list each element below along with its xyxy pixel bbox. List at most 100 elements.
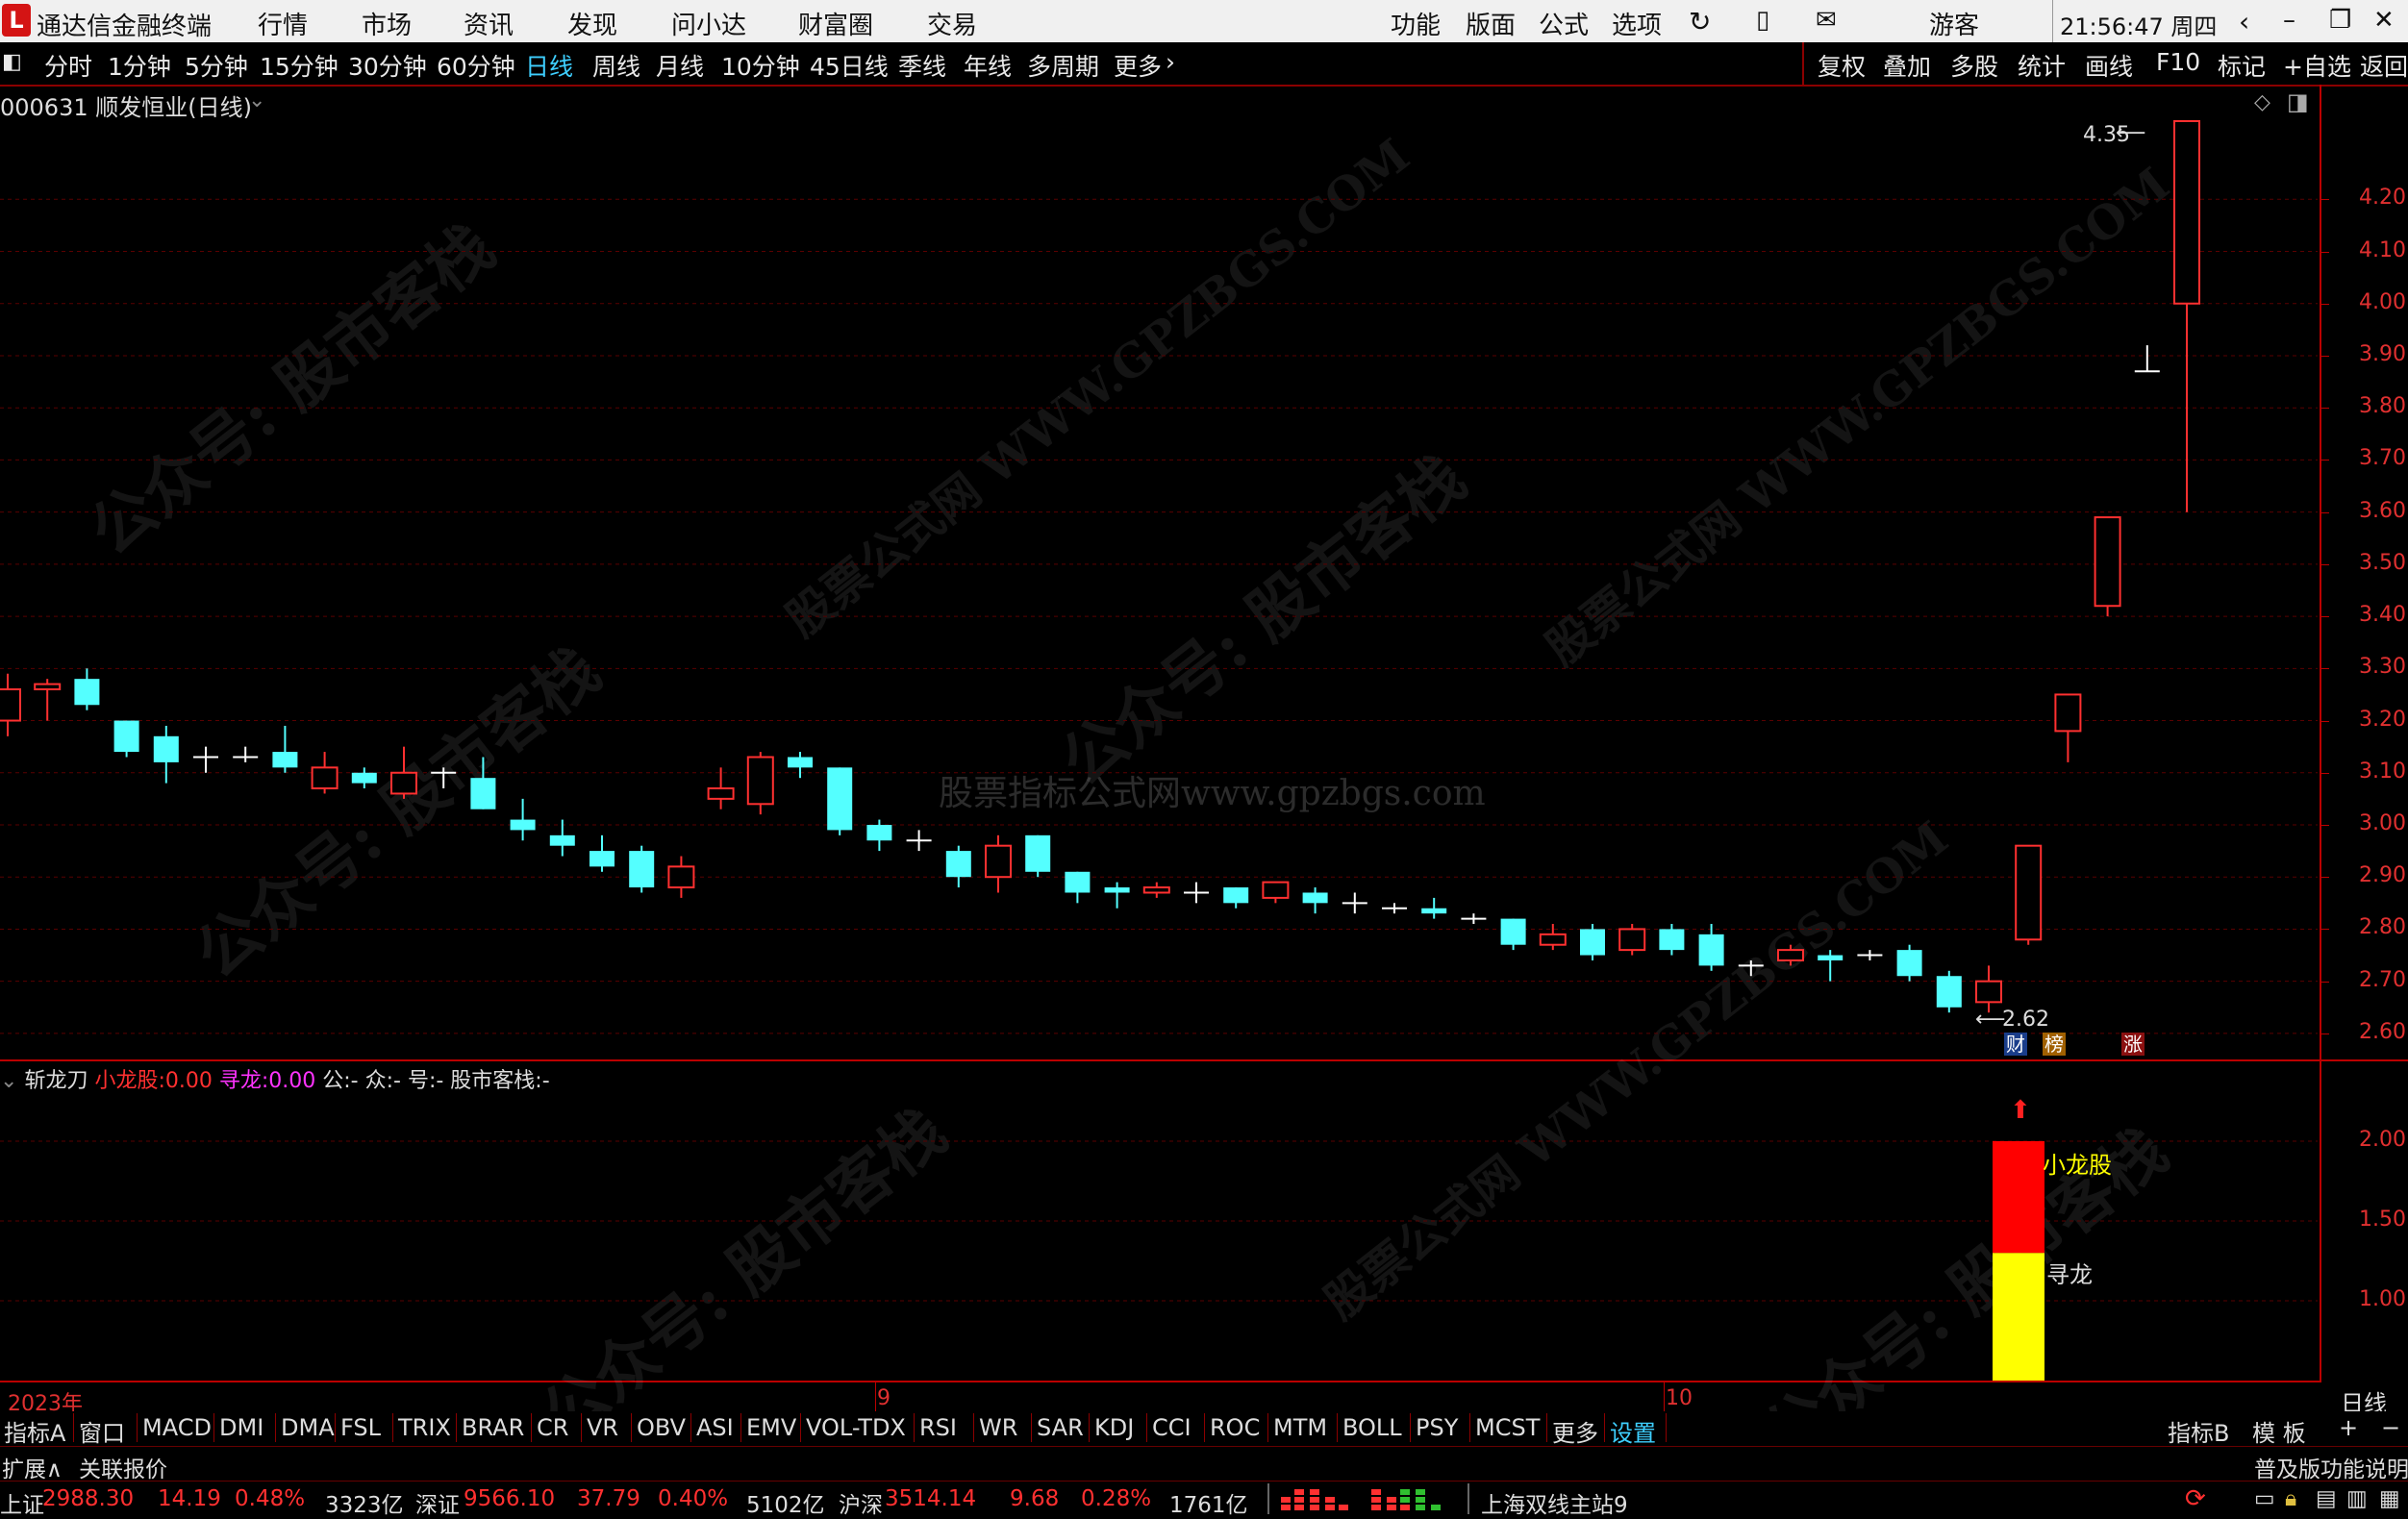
user-label[interactable]: 游客 xyxy=(1929,6,1979,41)
btn-f10[interactable]: F10 xyxy=(2156,48,2200,76)
period-5min[interactable]: 5分钟 xyxy=(185,48,248,83)
indicator-name[interactable]: 斩龙刀 xyxy=(24,1069,88,1093)
lock-icon[interactable]: 🔒︎ xyxy=(2285,1486,2296,1511)
btn-fuquan[interactable]: 复权 xyxy=(1818,48,1866,83)
indicator-tab[interactable]: MACD xyxy=(138,1414,215,1441)
badge-bang[interactable]: 榜 xyxy=(2043,1033,2066,1056)
period-fenshi[interactable]: 分时 xyxy=(44,48,92,83)
indicator-tab[interactable]: CR xyxy=(533,1414,572,1441)
signal-icon[interactable]: ▥ xyxy=(2346,1486,2368,1511)
indicator-panel-control[interactable]: 指标B xyxy=(2164,1414,2233,1448)
menu-faxian[interactable]: 发现 xyxy=(567,6,617,41)
indicator-tab[interactable]: MCST xyxy=(1471,1414,1543,1441)
menu-caifuquan[interactable]: 财富圈 xyxy=(798,6,873,41)
badge-zhang[interactable]: 涨 xyxy=(2121,1033,2145,1056)
indicator-tab[interactable]: MTM xyxy=(1269,1414,1331,1441)
menu-gongshi[interactable]: 公式 xyxy=(1539,6,1589,41)
indicator-tab[interactable]: DMA xyxy=(277,1414,339,1441)
y-tick xyxy=(2321,563,2329,565)
period-weekly[interactable]: 周线 xyxy=(592,48,640,83)
btn-diejia[interactable]: 叠加 xyxy=(1883,48,1931,83)
period-daily[interactable]: 日线 xyxy=(525,48,573,83)
candle-body xyxy=(1262,881,1290,899)
indicator-tab[interactable]: ASI xyxy=(692,1414,738,1441)
phone-icon[interactable]: ▯ xyxy=(1756,6,1769,35)
period-more[interactable]: 更多 xyxy=(1114,48,1162,83)
indicator-tab[interactable]: 更多 xyxy=(1548,1414,1602,1448)
refresh-icon[interactable]: ↻ xyxy=(1689,6,1711,37)
related-quote-tab[interactable]: 关联报价 xyxy=(79,1451,167,1483)
btn-duogu[interactable]: 多股 xyxy=(1950,48,1998,83)
btn-add-watchlist[interactable]: +自选 xyxy=(2283,48,2351,83)
indicator-panel-control[interactable]: + xyxy=(2335,1414,2362,1441)
layout-toggle-icon[interactable]: ◧ xyxy=(2,50,22,74)
indicator-tab[interactable]: TRIX xyxy=(394,1414,455,1441)
period-monthly[interactable]: 月线 xyxy=(656,48,704,83)
sync-icon[interactable]: ⟳ xyxy=(2185,1484,2206,1513)
menu-wenxiaoda[interactable]: 问小达 xyxy=(671,6,746,41)
period-60min[interactable]: 60分钟 xyxy=(437,48,515,83)
chevron-down-icon[interactable]: ⌄ xyxy=(0,1069,17,1093)
indicator-tab[interactable]: 窗口 xyxy=(75,1414,129,1448)
close-icon[interactable]: ✕ xyxy=(2373,6,2395,35)
indicator-tab[interactable]: BOLL xyxy=(1339,1414,1406,1441)
period-15min[interactable]: 15分钟 xyxy=(260,48,339,83)
calculator-icon[interactable]: ▭ xyxy=(2254,1486,2275,1511)
y-tick-label: 4.10 xyxy=(2359,237,2406,262)
doc-icon[interactable]: ▤ xyxy=(2316,1486,2337,1511)
candle-body xyxy=(470,778,496,809)
menu-xuanxiang[interactable]: 选项 xyxy=(1612,6,1662,41)
indicator-tab[interactable]: VR xyxy=(583,1414,622,1441)
indicator-tab[interactable]: FSL xyxy=(337,1414,385,1441)
indicator-tab[interactable]: VOL-TDX xyxy=(802,1414,910,1441)
indicator-panel-control[interactable]: − xyxy=(2377,1414,2404,1441)
candlestick-chart[interactable] xyxy=(0,85,2318,1059)
indicator-panel-control[interactable]: 模 板 xyxy=(2248,1414,2310,1448)
indicator-tab[interactable]: 指标A xyxy=(0,1414,69,1448)
indicator-tab[interactable]: SAR xyxy=(1033,1414,1088,1441)
indicator-chart[interactable] xyxy=(0,1061,2318,1381)
menu-banmian[interactable]: 版面 xyxy=(1466,6,1516,41)
indicator-tab[interactable]: KDJ xyxy=(1091,1414,1138,1441)
period-quarterly[interactable]: 季线 xyxy=(898,48,946,83)
badge-cai[interactable]: 财 xyxy=(2004,1033,2027,1056)
menu-zixun[interactable]: 资讯 xyxy=(464,6,514,41)
indicator-tabs: 指标A 窗口 MACD DMI DMA FSL TRIX BRAR CR VR OBV ASI EMV V… xyxy=(0,1411,2408,1448)
menu-shichang[interactable]: 市场 xyxy=(362,6,412,41)
indicator-tab[interactable]: PSY xyxy=(1412,1414,1462,1441)
indicator-tab[interactable]: CCI xyxy=(1148,1414,1195,1441)
btn-tongji[interactable]: 统计 xyxy=(2018,48,2066,83)
indicator-tab[interactable]: RSI xyxy=(916,1414,961,1441)
period-1min[interactable]: 1分钟 xyxy=(108,48,171,83)
back-icon[interactable]: ‹ xyxy=(2239,6,2249,37)
expand-button[interactable]: 扩展∧ xyxy=(2,1451,63,1483)
period-10min[interactable]: 10分钟 xyxy=(721,48,800,83)
server-name[interactable]: 上海双线主站9 xyxy=(1481,1486,1628,1519)
menu-hangqing[interactable]: 行情 xyxy=(258,6,308,41)
indicator-tab[interactable]: EMV xyxy=(742,1414,800,1441)
y-tick xyxy=(2321,877,2329,879)
period-multi[interactable]: 多周期 xyxy=(1027,48,1099,83)
restore-icon[interactable]: ❐ xyxy=(2329,6,2351,35)
period-45day[interactable]: 45日线 xyxy=(810,48,889,83)
indicator-tab[interactable]: BRAR xyxy=(458,1414,528,1441)
period-yearly[interactable]: 年线 xyxy=(964,48,1012,83)
menu-gongneng[interactable]: 功能 xyxy=(1391,6,1441,41)
menu-jiaoyi[interactable]: 交易 xyxy=(927,6,977,41)
btn-fanhui[interactable]: 返回 xyxy=(2360,48,2408,83)
indicator-tab[interactable]: WR xyxy=(975,1414,1021,1441)
bars-icon[interactable]: ▦ xyxy=(2379,1486,2400,1511)
mail-icon[interactable]: ✉ xyxy=(1816,6,1837,35)
minimize-icon[interactable]: – xyxy=(2283,6,2295,35)
period-30min[interactable]: 30分钟 xyxy=(348,48,427,83)
indicator-tab[interactable]: DMI xyxy=(215,1414,267,1441)
indicator-tab[interactable]: 设置 xyxy=(1606,1414,1660,1448)
indicator-tab[interactable]: ROC xyxy=(1206,1414,1264,1441)
chevron-right-icon[interactable]: › xyxy=(1166,48,1175,76)
market-breadth-icon[interactable] xyxy=(1275,1489,1467,1510)
indicator-tab[interactable]: OBV xyxy=(633,1414,690,1441)
btn-huaxian[interactable]: 画线 xyxy=(2085,48,2133,83)
candle xyxy=(1382,903,1407,914)
version-help-link[interactable]: 普及版功能说明 xyxy=(2254,1451,2408,1483)
btn-biaoji[interactable]: 标记 xyxy=(2218,48,2266,83)
